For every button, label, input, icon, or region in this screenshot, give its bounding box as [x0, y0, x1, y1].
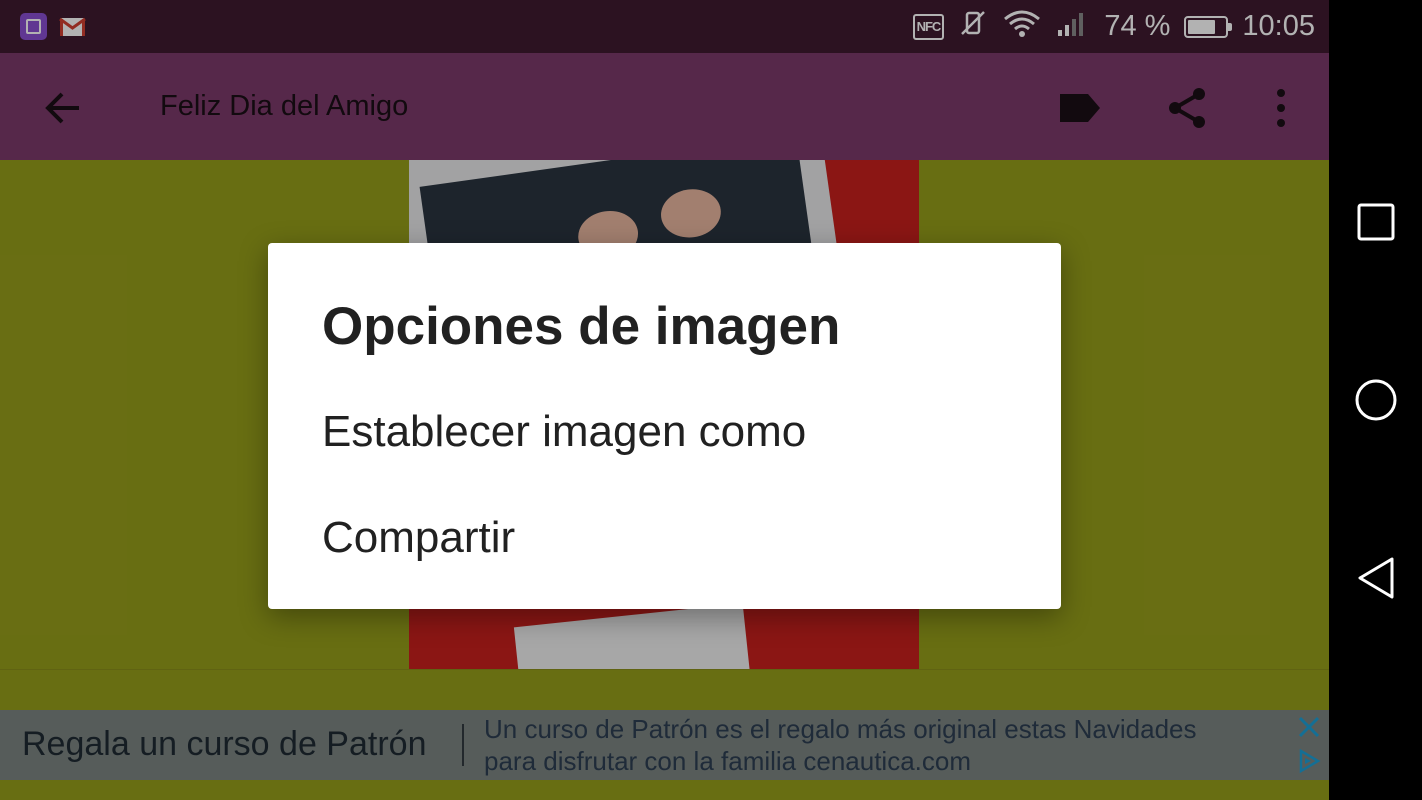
app-screen: NFC 74 % 10:05 Feliz Dia del Amigo Regal…: [0, 0, 1329, 800]
back-icon[interactable]: [1353, 555, 1399, 601]
dialog-title: Opciones de imagen: [322, 297, 841, 356]
share-option[interactable]: Compartir: [322, 513, 515, 563]
recents-icon[interactable]: [1353, 199, 1399, 245]
image-options-dialog: Opciones de imagen Establecer imagen com…: [268, 243, 1061, 609]
home-icon[interactable]: [1353, 377, 1399, 423]
set-image-as-option[interactable]: Establecer imagen como: [322, 407, 806, 457]
system-nav-bar: [1329, 0, 1422, 800]
